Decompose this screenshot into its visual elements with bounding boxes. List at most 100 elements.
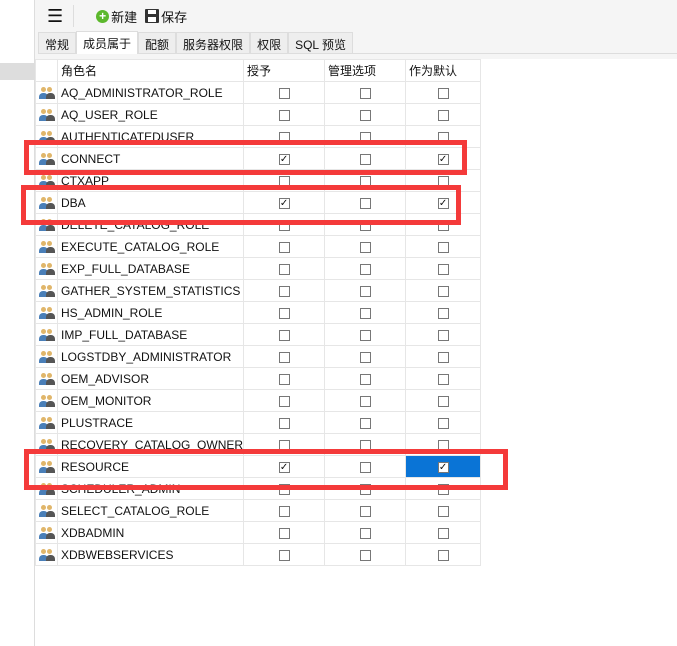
default-cell[interactable] [405,411,482,434]
admin-checkbox[interactable] [359,263,371,275]
default-checkbox[interactable] [437,263,449,275]
admin-cell[interactable] [324,103,407,126]
admin-cell[interactable] [324,543,407,566]
admin-cell[interactable] [324,367,407,390]
admin-checkbox[interactable] [359,307,371,319]
default-cell[interactable] [405,367,482,390]
grant-cell[interactable] [243,389,326,412]
grant-cell[interactable] [243,323,326,346]
default-checkbox[interactable] [437,395,449,407]
grant-cell[interactable] [243,499,326,522]
default-checkbox[interactable] [437,505,449,517]
header-grant[interactable]: 授予 [243,59,326,82]
save-button[interactable]: 保存 [145,7,187,26]
table-row[interactable]: AQ_ADMINISTRATOR_ROLE [35,81,482,104]
grant-checkbox[interactable] [278,351,290,363]
default-cell[interactable] [405,345,482,368]
hamburger-icon[interactable]: ☰ [47,6,63,27]
default-checkbox[interactable] [437,285,449,297]
default-cell[interactable] [405,279,482,302]
admin-cell[interactable] [324,323,407,346]
default-cell[interactable] [405,323,482,346]
grant-cell[interactable] [243,301,326,324]
tab-4[interactable]: 权限 [250,32,289,53]
default-checkbox[interactable] [437,351,449,363]
admin-checkbox[interactable] [359,87,371,99]
default-cell[interactable] [405,235,482,258]
default-checkbox[interactable] [437,417,449,429]
admin-cell[interactable] [324,81,407,104]
default-cell[interactable] [405,81,482,104]
grant-checkbox[interactable] [278,373,290,385]
grant-checkbox[interactable] [278,87,290,99]
table-row[interactable]: GATHER_SYSTEM_STATISTICS [35,279,482,302]
default-cell[interactable] [405,543,482,566]
admin-cell[interactable] [324,499,407,522]
grant-checkbox[interactable] [278,109,290,121]
tab-1[interactable]: 成员属于 [76,31,139,54]
grant-cell[interactable] [243,279,326,302]
grant-cell[interactable] [243,235,326,258]
default-checkbox[interactable] [437,87,449,99]
table-row[interactable]: LOGSTDBY_ADMINISTRATOR [35,345,482,368]
grant-checkbox[interactable] [278,395,290,407]
grant-checkbox[interactable] [278,505,290,517]
admin-checkbox[interactable] [359,329,371,341]
grant-checkbox[interactable] [278,549,290,561]
admin-checkbox[interactable] [359,285,371,297]
table-row[interactable]: EXP_FULL_DATABASE [35,257,482,280]
grant-cell[interactable] [243,345,326,368]
tab-2[interactable]: 配额 [138,32,177,53]
table-row[interactable]: PLUSTRACE [35,411,482,434]
admin-cell[interactable] [324,345,407,368]
admin-checkbox[interactable] [359,417,371,429]
table-row[interactable]: XDBWEBSERVICES [35,543,482,566]
admin-cell[interactable] [324,257,407,280]
header-admin-option[interactable]: 管理选项 [324,59,407,82]
default-checkbox[interactable] [437,241,449,253]
admin-cell[interactable] [324,279,407,302]
grant-checkbox[interactable] [278,527,290,539]
admin-cell[interactable] [324,411,407,434]
default-cell[interactable] [405,103,482,126]
grant-cell[interactable] [243,521,326,544]
grant-cell[interactable] [243,81,326,104]
default-checkbox[interactable] [437,307,449,319]
default-checkbox[interactable] [437,527,449,539]
default-checkbox[interactable] [437,329,449,341]
default-checkbox[interactable] [437,109,449,121]
grant-cell[interactable] [243,411,326,434]
default-cell[interactable] [405,257,482,280]
grant-checkbox[interactable] [278,241,290,253]
tab-5[interactable]: SQL 预览 [288,32,353,53]
grant-cell[interactable] [243,543,326,566]
grant-checkbox[interactable] [278,263,290,275]
admin-checkbox[interactable] [359,549,371,561]
table-row[interactable]: EXECUTE_CATALOG_ROLE [35,235,482,258]
table-row[interactable]: XDBADMIN [35,521,482,544]
default-cell[interactable] [405,521,482,544]
header-role-name[interactable]: 角色名 [56,59,245,82]
new-button[interactable]: + 新建 [96,7,137,26]
default-cell[interactable] [405,389,482,412]
tab-3[interactable]: 服务器权限 [176,32,251,53]
table-row[interactable]: AQ_USER_ROLE [35,103,482,126]
default-cell[interactable] [405,301,482,324]
admin-checkbox[interactable] [359,109,371,121]
table-row[interactable]: SELECT_CATALOG_ROLE [35,499,482,522]
tab-0[interactable]: 常规 [38,32,77,53]
grant-checkbox[interactable] [278,329,290,341]
grant-checkbox[interactable] [278,307,290,319]
header-default[interactable]: 作为默认 [405,59,482,82]
default-checkbox[interactable] [437,373,449,385]
admin-checkbox[interactable] [359,351,371,363]
grant-cell[interactable] [243,257,326,280]
grant-cell[interactable] [243,367,326,390]
table-row[interactable]: IMP_FULL_DATABASE [35,323,482,346]
grant-checkbox[interactable] [278,285,290,297]
table-row[interactable]: HS_ADMIN_ROLE [35,301,482,324]
table-row[interactable]: OEM_ADVISOR [35,367,482,390]
grant-checkbox[interactable] [278,417,290,429]
admin-checkbox[interactable] [359,505,371,517]
grant-cell[interactable] [243,103,326,126]
